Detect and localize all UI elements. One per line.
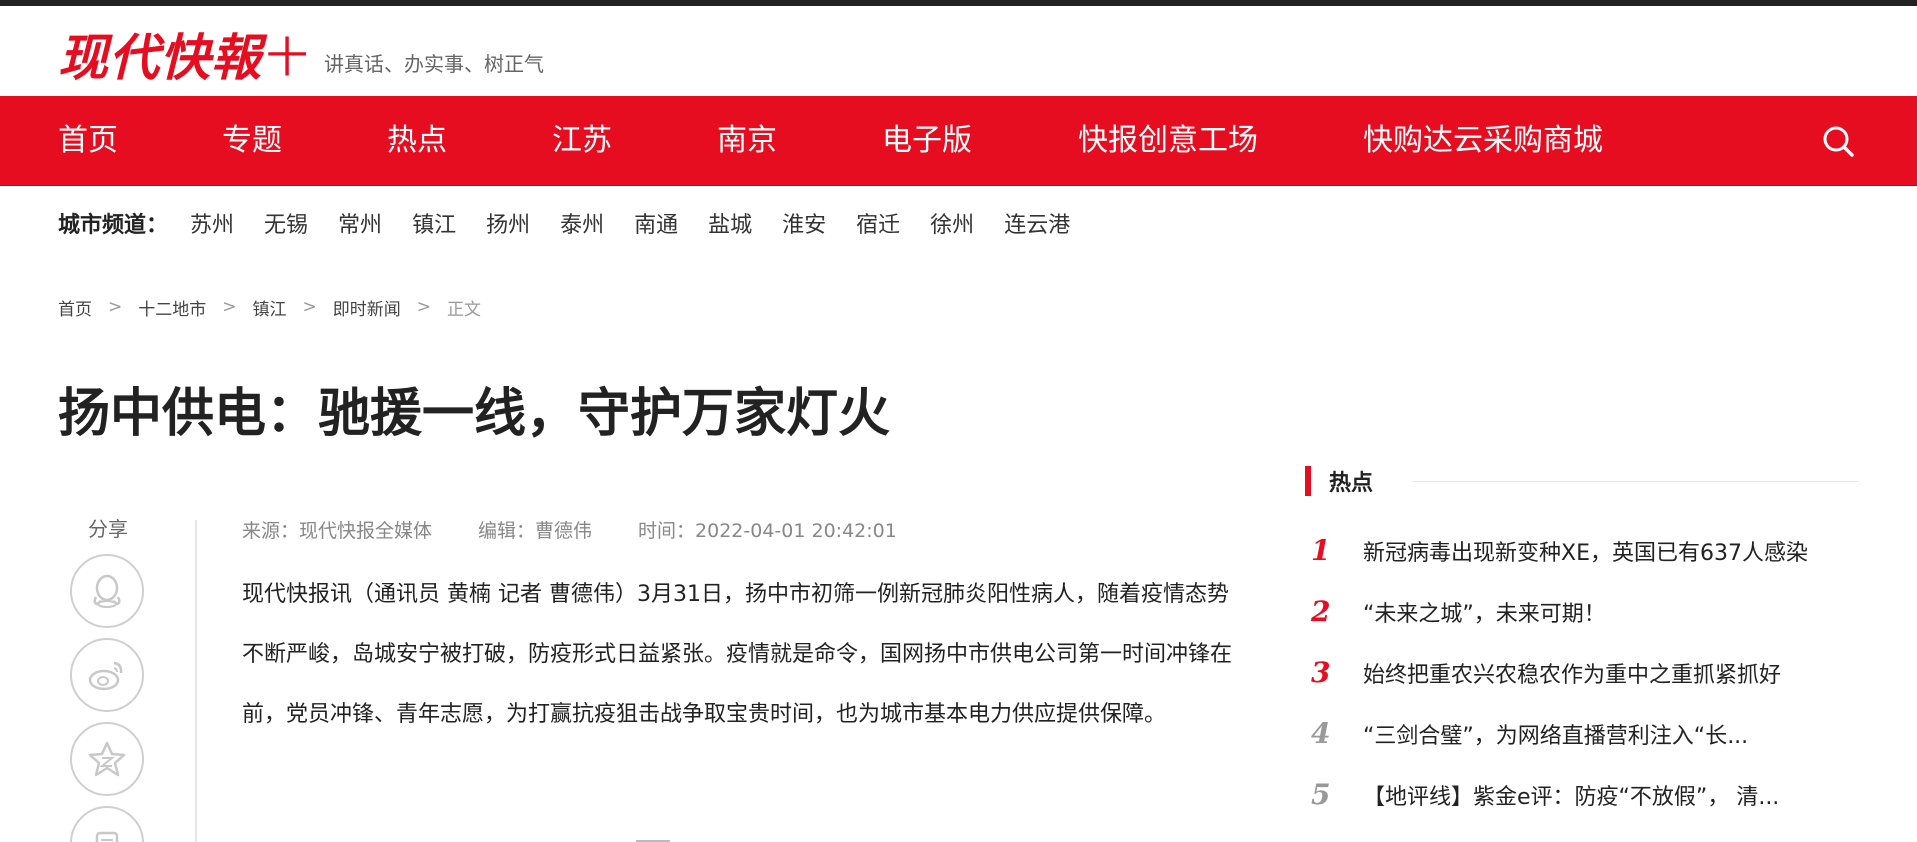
top-bar bbox=[0, 0, 1917, 6]
hot-list-item[interactable]: 5 【地评线】紫金e评：防疫“不放假”， 清... bbox=[1305, 764, 1865, 825]
city-yangzhou[interactable]: 扬州 bbox=[486, 207, 530, 239]
hot-headline[interactable]: 新冠病毒出现新变种XE，英国已有637人感染 bbox=[1363, 535, 1863, 567]
city-yancheng[interactable]: 盐城 bbox=[708, 207, 752, 239]
hot-headline[interactable]: “三剑合璧”，为网络直播营利注入“长... bbox=[1363, 718, 1863, 750]
share-label: 分享 bbox=[88, 517, 128, 541]
breadcrumb-zhenjiang[interactable]: 镇江 bbox=[253, 295, 287, 320]
nav-item-nanjing[interactable]: 南京 bbox=[717, 96, 777, 186]
breadcrumb-separator: > bbox=[416, 297, 431, 317]
hot-list-item[interactable]: 3 始终把重农兴农稳农作为重中之重抓紧抓好 bbox=[1305, 642, 1865, 703]
logo-plus: 十 bbox=[266, 33, 309, 82]
article-paragraph: 现代快报讯（通讯员 黄楠 记者 曹德伟）3月31日，扬中市初筛一例新冠肺炎阳性病… bbox=[242, 582, 1233, 727]
hot-rank: 3 bbox=[1311, 656, 1331, 689]
hot-list-item[interactable]: 2 “未来之城”，未来可期！ bbox=[1305, 581, 1865, 642]
nav-item-mall[interactable]: 快购达云采购商城 bbox=[1363, 96, 1603, 186]
city-huaian[interactable]: 淮安 bbox=[782, 207, 826, 239]
breadcrumb: 首页 > 十二地市 > 镇江 > 即时新闻 > 正文 bbox=[58, 294, 481, 320]
wechat-icon[interactable] bbox=[70, 806, 144, 842]
qzone-icon[interactable] bbox=[70, 722, 144, 796]
hot-section-divider bbox=[1413, 480, 1858, 482]
breadcrumb-home[interactable]: 首页 bbox=[58, 295, 92, 320]
city-nantong[interactable]: 南通 bbox=[634, 207, 678, 239]
hot-rank: 5 bbox=[1311, 778, 1331, 811]
breadcrumb-separator: > bbox=[108, 297, 123, 317]
page: 现代快報 十 讲真话、办实事、树正气 首页 专题 热点 江苏 南京 电子版 快报… bbox=[0, 0, 1917, 842]
hot-rank: 1 bbox=[1311, 534, 1331, 567]
nav-item-hot[interactable]: 热点 bbox=[387, 96, 447, 186]
breadcrumb-news[interactable]: 即时新闻 bbox=[333, 295, 401, 320]
weibo-icon[interactable] bbox=[70, 638, 144, 712]
hot-rank: 4 bbox=[1311, 717, 1331, 750]
nav-item-epaper[interactable]: 电子版 bbox=[882, 96, 972, 186]
logo-text: 现代快報 bbox=[58, 28, 262, 87]
breadcrumb-separator: > bbox=[222, 297, 237, 317]
city-changzhou[interactable]: 常州 bbox=[338, 207, 382, 239]
hot-list-item[interactable]: 1 新冠病毒出现新变种XE，英国已有637人感染 bbox=[1305, 520, 1865, 581]
article-source: 来源：现代快报全媒体 bbox=[242, 520, 433, 542]
nav-item-jiangsu[interactable]: 江苏 bbox=[552, 96, 612, 186]
hot-list: 1 新冠病毒出现新变种XE，英国已有637人感染 2 “未来之城”，未来可期！ … bbox=[1305, 520, 1865, 825]
nav-item-topics[interactable]: 专题 bbox=[222, 96, 282, 186]
hot-section-accent bbox=[1305, 466, 1311, 496]
hot-headline[interactable]: 【地评线】紫金e评：防疫“不放假”， 清... bbox=[1363, 779, 1863, 811]
slogan: 讲真话、办实事、树正气 bbox=[324, 51, 545, 76]
search-icon[interactable] bbox=[1820, 123, 1856, 159]
article-time: 时间：2022-04-01 20:42:01 bbox=[638, 520, 897, 542]
city-suzhou[interactable]: 苏州 bbox=[190, 207, 234, 239]
qq-icon[interactable] bbox=[70, 554, 144, 628]
share-divider bbox=[195, 520, 197, 842]
city-suqian[interactable]: 宿迁 bbox=[856, 207, 900, 239]
hot-headline[interactable]: “未来之城”，未来可期！ bbox=[1363, 596, 1863, 628]
city-channels-label: 城市频道： bbox=[58, 213, 169, 238]
article-meta: 来源：现代快报全媒体 编辑：曹德伟 时间：2022-04-01 20:42:01 bbox=[242, 516, 943, 543]
breadcrumb-separator: > bbox=[302, 297, 317, 317]
hot-headline[interactable]: 始终把重农兴农稳农作为重中之重抓紧抓好 bbox=[1363, 657, 1863, 689]
main-nav: 首页 专题 热点 江苏 南京 电子版 快报创意工场 快购达云采购商城 bbox=[0, 96, 1917, 186]
breadcrumb-current: 正文 bbox=[447, 299, 481, 320]
nav-item-creative[interactable]: 快报创意工场 bbox=[1078, 96, 1258, 186]
hot-list-item[interactable]: 4 “三剑合璧”，为网络直播营利注入“长... bbox=[1305, 703, 1865, 764]
city-taizhou[interactable]: 泰州 bbox=[560, 207, 604, 239]
article-title: 扬中供电：驰援一线，守护万家灯火 bbox=[58, 384, 891, 444]
city-zhenjiang[interactable]: 镇江 bbox=[412, 207, 456, 239]
city-xuzhou[interactable]: 徐州 bbox=[930, 207, 974, 239]
city-channels: 城市频道： 苏州 无锡 常州 镇江 扬州 泰州 南通 盐城 淮安 宿迁 徐州 连… bbox=[58, 205, 1100, 241]
city-wuxi[interactable]: 无锡 bbox=[264, 207, 308, 239]
hot-section-header: 热点 bbox=[1305, 466, 1858, 496]
hot-section-title: 热点 bbox=[1329, 471, 1374, 496]
site-logo[interactable]: 现代快報 十 讲真话、办实事、树正气 bbox=[58, 28, 544, 88]
share-panel: 分享 bbox=[70, 514, 146, 842]
nav-item-home[interactable]: 首页 bbox=[58, 96, 118, 186]
article-editor: 编辑：曹德伟 bbox=[478, 520, 593, 542]
breadcrumb-cities[interactable]: 十二地市 bbox=[138, 295, 206, 320]
city-lianyungang[interactable]: 连云港 bbox=[1004, 207, 1070, 239]
hot-rank: 2 bbox=[1311, 595, 1331, 628]
